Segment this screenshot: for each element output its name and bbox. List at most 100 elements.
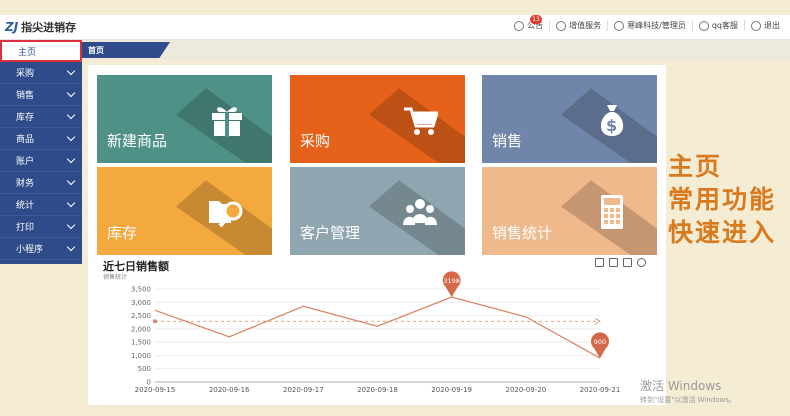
app-name: 指尖进销存 — [21, 21, 77, 34]
cart-icon — [404, 107, 438, 135]
windows-activation-watermark: 激活 Windows 转到"设置"以激活 Windows。 — [640, 377, 736, 405]
bar-chart-icon[interactable] — [609, 258, 618, 267]
notice-button[interactable]: 公告 13 — [508, 15, 549, 31]
overlay-caption: 主页 常用功能 快速进入 — [668, 150, 776, 249]
chevron-down-icon — [66, 242, 76, 252]
app-logo[interactable]: ZJ 指尖进销存 — [5, 18, 76, 36]
watermark-line: 激活 Windows — [640, 379, 722, 393]
tile-purchase[interactable]: 采购 — [290, 75, 465, 163]
y-tick-label: 2,500 — [131, 312, 151, 320]
x-tick-label: 2020-09-18 — [357, 386, 398, 394]
watermark-line: 转到"设置"以激活 Windows。 — [640, 396, 736, 404]
svg-text:$: $ — [606, 116, 617, 135]
tile-sales[interactable]: $ 销售 — [482, 75, 657, 163]
line-chart-icon[interactable] — [595, 258, 604, 267]
sidebar-item-label: 统计 — [16, 201, 35, 211]
calculator-icon — [601, 195, 623, 229]
y-tick-label: 3,000 — [131, 299, 151, 307]
chevron-down-icon — [66, 110, 76, 120]
y-tick-label: 1,000 — [131, 352, 151, 360]
value-service-button[interactable]: 增值服务 — [549, 20, 607, 31]
tile-label: 库存 — [107, 224, 138, 242]
sidebar-item-finance[interactable]: 财务 — [0, 172, 82, 194]
users-icon — [403, 199, 437, 225]
chevron-down-icon — [66, 132, 76, 142]
tile-label: 客户管理 — [300, 224, 361, 242]
tile-customers[interactable]: 客户管理 — [290, 167, 465, 255]
chart-toolbox — [595, 258, 646, 267]
user-menu[interactable]: 寒峰科技/管理员 — [607, 20, 692, 31]
sidebar-item-print[interactable]: 打印 — [0, 216, 82, 238]
y-tick-label: 3,500 — [131, 286, 151, 294]
y-tick-label: 500 — [138, 365, 151, 373]
marker-label: 3198 — [443, 277, 460, 285]
sidebar-item-inventory[interactable]: 库存 — [0, 106, 82, 128]
marker-label: 900 — [594, 338, 606, 346]
chevron-down-icon — [66, 154, 76, 164]
average-line-start — [153, 319, 157, 324]
logout-label: 退出 — [764, 21, 780, 30]
overlay-line: 常用功能 — [668, 185, 777, 214]
sidebar-item-label: 商品 — [16, 135, 35, 145]
tile-label: 采购 — [300, 132, 331, 150]
tile-sales-stats[interactable]: 销售统计 — [482, 167, 657, 255]
tab-bar: 首页 — [82, 40, 790, 60]
moneybag-icon: $ — [600, 105, 624, 136]
sidebar: 主页 采购 销售 库存 商品 账户 财务 统计 打印 小程序 — [0, 40, 82, 264]
sales-line-chart: 05001,0001,5002,0002,5003,0003,5002020-0… — [131, 271, 620, 394]
folder-search-icon — [209, 201, 243, 228]
sidebar-item-label: 财务 — [16, 179, 35, 189]
x-tick-label: 2020-09-19 — [431, 386, 472, 394]
chevron-down-icon — [66, 198, 76, 208]
service-icon — [556, 20, 567, 31]
support-label: qq客服 — [711, 21, 738, 30]
sidebar-item-purchase[interactable]: 采购 — [0, 62, 82, 84]
chevron-down-icon — [66, 176, 76, 186]
x-tick-label: 2020-09-15 — [135, 386, 176, 394]
x-tick-label: 2020-09-20 — [505, 386, 546, 394]
logo-mark: ZJ — [5, 20, 19, 34]
y-tick-label: 2,000 — [131, 325, 151, 333]
sidebar-item-goods[interactable]: 商品 — [0, 128, 82, 150]
sidebar-item-label: 销售 — [16, 91, 35, 101]
sidebar-item-sales[interactable]: 销售 — [0, 84, 82, 106]
top-actions: 公告 13 增值服务 寒峰科技/管理员 qq客服 退出 — [508, 15, 786, 31]
tile-label: 销售 — [492, 132, 523, 150]
tile-inventory[interactable]: 库存 — [97, 167, 272, 255]
chevron-down-icon — [66, 88, 76, 98]
qq-icon — [698, 20, 709, 31]
refresh-icon[interactable] — [637, 258, 646, 267]
tile-new-goods[interactable]: 新建商品 — [97, 75, 272, 163]
sidebar-item-label: 主页 — [18, 47, 37, 58]
sidebar-item-account[interactable]: 账户 — [0, 150, 82, 172]
sidebar-item-label: 打印 — [16, 223, 35, 233]
service-label: 增值服务 — [569, 21, 602, 30]
x-tick-label: 2020-09-17 — [283, 386, 324, 394]
user-icon — [614, 20, 625, 31]
notice-badge: 13 — [530, 15, 542, 24]
overlay-line: 主页 — [668, 152, 723, 181]
bell-icon — [514, 20, 525, 31]
download-icon[interactable] — [623, 258, 632, 267]
power-icon — [751, 20, 761, 31]
chevron-down-icon — [66, 66, 76, 76]
tile-label: 销售统计 — [492, 224, 553, 242]
x-tick-label: 2020-09-16 — [209, 386, 250, 394]
tab-home[interactable]: 首页 — [82, 42, 170, 58]
sidebar-item-label: 库存 — [16, 113, 35, 123]
sidebar-item-miniprogram[interactable]: 小程序 — [0, 238, 82, 260]
y-tick-label: 1,500 — [131, 339, 151, 347]
logout-button[interactable]: 退出 — [744, 20, 786, 31]
overlay-line: 快速进入 — [668, 218, 777, 247]
sidebar-item-label: 账户 — [16, 157, 35, 167]
chevron-down-icon — [66, 220, 76, 230]
top-bar: ZJ 指尖进销存 公告 13 增值服务 寒峰科技/管理员 qq客服 退出 — [0, 15, 790, 40]
sidebar-item-label: 采购 — [16, 69, 35, 79]
sidebar-item-statistics[interactable]: 统计 — [0, 194, 82, 216]
series-line — [154, 296, 601, 359]
tile-label: 新建商品 — [107, 132, 168, 150]
qq-support-button[interactable]: qq客服 — [691, 20, 744, 31]
user-label: 寒峰科技/管理员 — [627, 21, 686, 30]
sidebar-item-label: 小程序 — [16, 245, 44, 255]
sidebar-item-home[interactable]: 主页 — [0, 40, 82, 62]
